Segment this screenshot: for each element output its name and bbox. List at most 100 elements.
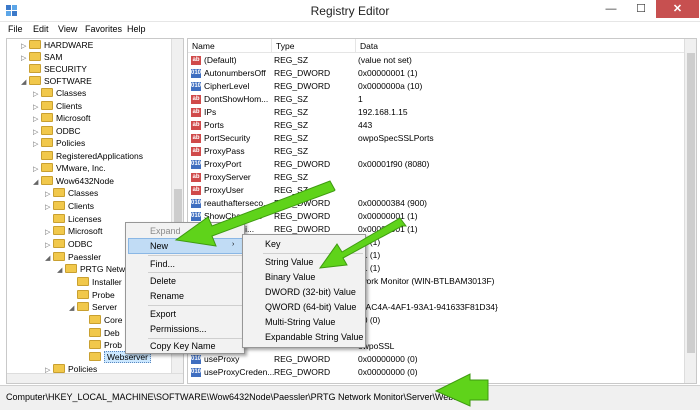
tree-node[interactable]: ◢ Paessler [45, 251, 101, 263]
tree-node[interactable]: ▷ HARDWARE [21, 39, 93, 51]
column-divider[interactable] [271, 39, 272, 53]
string-value-icon: ab [191, 108, 201, 117]
tree-node[interactable]: ▷ Classes [33, 87, 86, 99]
collapse-arrow-icon[interactable]: ◢ [21, 77, 29, 89]
menu-item-export[interactable]: Export [150, 307, 176, 321]
menu-item-new[interactable]: New [150, 239, 168, 253]
submenu-item-binary-value[interactable]: Binary Value [265, 270, 315, 284]
folder-icon [29, 40, 41, 49]
value-name: ProxyPort [204, 159, 242, 169]
menu-item-expand[interactable]: Expand [150, 224, 181, 238]
folder-icon [89, 352, 101, 361]
menu-item-delete[interactable]: Delete [150, 274, 176, 288]
menu-view[interactable]: View [58, 24, 77, 34]
submenu-item-expandable-string-value[interactable]: Expandable String Value [265, 330, 363, 344]
column-name-header[interactable]: Name [192, 41, 215, 51]
folder-icon [53, 201, 65, 210]
key-path: Computer\HKEY_LOCAL_MACHINE\SOFTWARE\Wow… [6, 392, 479, 402]
column-divider[interactable] [355, 39, 356, 53]
menu-separator [148, 255, 242, 256]
tree-node[interactable]: Core [81, 314, 122, 326]
registry-value-row[interactable]: ab PortSecurity REG_SZ owpoSpecSSLPorts [188, 132, 684, 145]
registry-value-row[interactable]: ab Ports REG_SZ 443 [188, 119, 684, 132]
menu-file[interactable]: File [8, 24, 23, 34]
collapse-arrow-icon[interactable]: ◢ [45, 253, 53, 265]
tree-node[interactable]: ▷ Classes [45, 187, 98, 199]
folder-icon [41, 138, 53, 147]
string-value-icon: ab [191, 95, 201, 104]
registry-value-row[interactable]: 010 CipherLevel REG_DWORD 0x0000000a (10) [188, 80, 684, 93]
tree-node[interactable]: ◢ SOFTWARE [21, 75, 92, 87]
registry-value-row[interactable]: ab ProxyServer REG_SZ [188, 171, 684, 184]
string-value-icon: ab [191, 173, 201, 182]
tree-node[interactable]: ▷ Microsoft [33, 112, 90, 124]
minimize-button[interactable]: — [597, 0, 625, 18]
registry-value-row[interactable]: 010 ShowChange... REG_DWORD 0x00000001 (1) [188, 210, 684, 223]
registry-value-row[interactable]: 010 ProxyPort REG_DWORD 0x00001f90 (8080) [188, 158, 684, 171]
menu-item-find[interactable]: Find... [150, 257, 175, 271]
registry-value-row[interactable]: 010 reauthafterseco... REG_DWORD 0x00000384… [188, 197, 684, 210]
list-vertical-scrollbar[interactable] [684, 39, 696, 383]
tree-node[interactable]: Installer [69, 276, 122, 288]
tree-node[interactable]: Deb [81, 327, 120, 339]
scroll-thumb[interactable] [687, 53, 695, 353]
submenu-item-string-value[interactable]: String Value [265, 255, 313, 269]
registry-value-row[interactable]: ab DontShowHom... REG_SZ 1 [188, 93, 684, 106]
submenu-item-multi-string-value[interactable]: Multi-String Value [265, 315, 335, 329]
registry-value-row[interactable]: ab IPs REG_SZ 192.168.1.15 [188, 106, 684, 119]
registry-value-row[interactable]: ab (Default) REG_SZ (value not set) [188, 54, 684, 67]
tree-horizontal-scrollbar[interactable] [7, 373, 183, 383]
menu-favorites[interactable]: Favorites [85, 24, 122, 34]
tree-node[interactable]: ▷ SAM [21, 51, 62, 63]
tree-node[interactable]: ▷ Policies [33, 137, 85, 149]
submenu-item-qword-value[interactable]: QWORD (64-bit) Value [265, 300, 356, 314]
tree-node[interactable]: ▷ VMware, Inc. [33, 162, 106, 174]
tree-node[interactable]: ▷ ODBC [45, 238, 93, 250]
list-header: Name Type Data [188, 39, 696, 53]
registry-value-row[interactable]: 010 useProxy REG_DWORD 0x00000000 (0) [188, 353, 684, 366]
tree-node[interactable]: ▷ Microsoft [45, 225, 102, 237]
column-type-header[interactable]: Type [276, 41, 294, 51]
collapse-arrow-icon[interactable]: ◢ [57, 265, 65, 277]
tree-node[interactable]: ◢ Wow6432Node [33, 175, 114, 187]
tree-node[interactable]: Prob [81, 339, 122, 351]
folder-icon [77, 302, 89, 311]
folder-icon [41, 163, 53, 172]
value-type: REG_DWORD [274, 367, 331, 377]
registry-value-row[interactable]: ab ProxyPass REG_SZ [188, 145, 684, 158]
maximize-button[interactable]: ☐ [627, 0, 655, 18]
close-button[interactable]: ✕ [656, 0, 699, 18]
value-data: 443 [358, 120, 373, 130]
menu-item-copy-key-name[interactable]: Copy Key Name [150, 339, 216, 353]
value-type: REG_DWORD [274, 211, 331, 221]
collapse-arrow-icon[interactable]: ◢ [69, 303, 77, 315]
tree-node[interactable]: ◢ Server [69, 301, 117, 313]
collapse-arrow-icon[interactable]: ◢ [33, 177, 41, 189]
registry-value-row[interactable]: 010 useProxyCreden... REG_DWORD 0x00000000 … [188, 366, 684, 379]
tree-node[interactable]: ▷ ODBC [33, 125, 81, 137]
submenu-item-key[interactable]: Key [265, 237, 281, 251]
menu-edit[interactable]: Edit [33, 24, 49, 34]
tree-node[interactable]: ▷ Clients [45, 200, 94, 212]
tree-node[interactable]: ◢ PRTG Netw [57, 263, 125, 275]
menu-help[interactable]: Help [127, 24, 146, 34]
registry-value-row[interactable]: 010 AutonumbersOff REG_DWORD 0x00000001 (1) [188, 67, 684, 80]
tree-node[interactable]: SECURITY [21, 63, 87, 75]
string-value-icon: ab [191, 121, 201, 130]
tree-node[interactable]: RegisteredApplications [33, 150, 143, 162]
column-data-header[interactable]: Data [360, 41, 378, 51]
registry-value-row[interactable]: ab ProxyUser REG_SZ [188, 184, 684, 197]
submenu-item-dword-value[interactable]: DWORD (32-bit) Value [265, 285, 356, 299]
menu-item-permissions[interactable]: Permissions... [150, 322, 207, 336]
value-data: 1 [358, 94, 363, 104]
folder-icon [53, 214, 65, 223]
value-type: REG_SZ [274, 120, 309, 130]
folder-icon [89, 328, 101, 337]
tree-node[interactable]: Licenses [45, 213, 102, 225]
value-data: 01 (1) [358, 263, 381, 273]
value-data: twork Monitor (WIN-BTLBAM3013F) [358, 276, 495, 286]
tree-node[interactable]: Probe [69, 289, 115, 301]
value-name: useProxy [204, 354, 240, 364]
menu-item-rename[interactable]: Rename [150, 289, 184, 303]
tree-node[interactable]: ▷ Clients [33, 100, 82, 112]
